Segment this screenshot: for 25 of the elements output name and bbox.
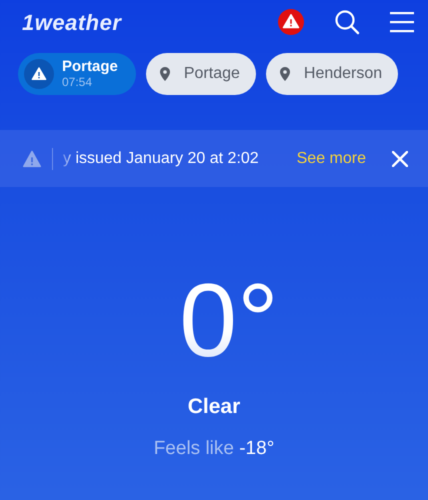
menu-button[interactable] — [390, 11, 414, 33]
close-button[interactable] — [392, 150, 408, 166]
menu-icon — [390, 11, 414, 33]
alert-banner[interactable]: y issued January 20 at 2:02 See more — [0, 130, 428, 187]
pin-icon — [160, 67, 170, 81]
search-icon — [334, 9, 360, 35]
search-button[interactable] — [334, 9, 360, 35]
location-time: 07:54 — [62, 76, 92, 89]
location-name: Portage — [184, 64, 240, 84]
warning-icon — [31, 66, 47, 82]
location-chip[interactable]: Portage — [146, 53, 256, 95]
warning-icon — [22, 150, 42, 168]
location-name: Henderson — [304, 64, 382, 84]
location-chip[interactable]: Portage 07:54 — [18, 53, 136, 95]
alert-text: y issued January 20 at 2:02 — [63, 148, 260, 168]
location-name: Portage — [62, 59, 118, 76]
see-more-link[interactable]: See more — [296, 146, 366, 170]
location-chip[interactable]: Henderson — [266, 53, 398, 95]
app-logo: 1weather — [22, 8, 122, 36]
close-icon — [392, 150, 408, 166]
alert-button[interactable] — [278, 9, 304, 35]
pin-icon — [280, 67, 290, 81]
condition: Clear — [188, 394, 240, 420]
warning-icon — [278, 9, 304, 35]
feels-like: Feels like -18° — [154, 436, 274, 460]
